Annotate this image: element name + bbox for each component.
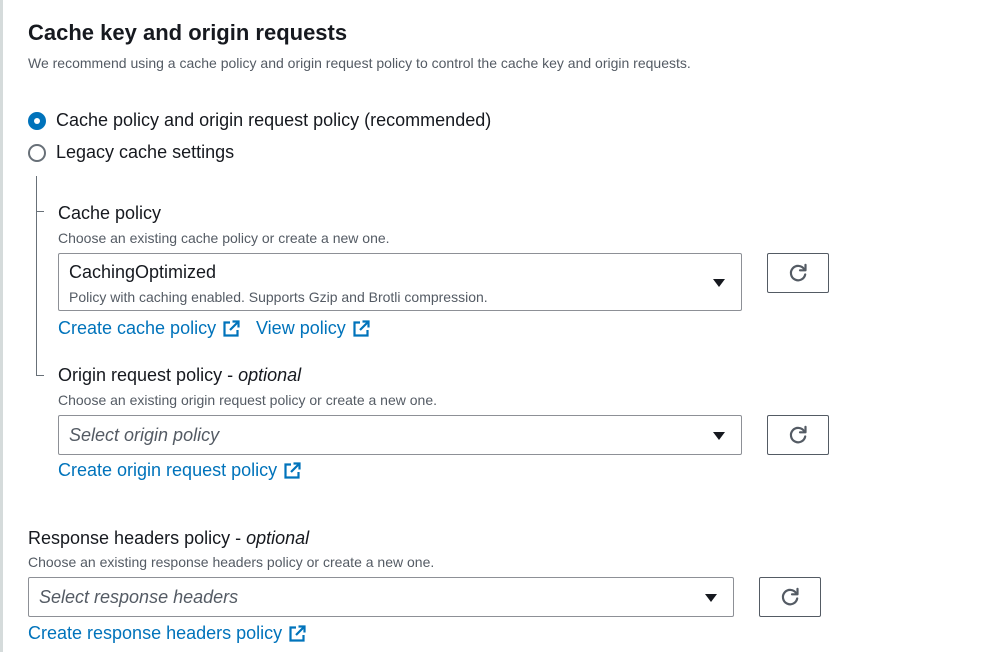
cache-policy-label: Cache policy <box>58 203 162 223</box>
radio-button-unselected[interactable] <box>28 143 46 162</box>
cache-policy-selected-value: CachingOptimized <box>69 262 217 282</box>
create-origin-request-policy-link[interactable]: Create origin request policy <box>58 460 301 481</box>
origin-request-policy-label-text: Origin request policy <box>58 365 223 385</box>
radio-label-recommended: Cache policy and origin request policy (… <box>56 110 492 130</box>
radio-button-selected[interactable] <box>28 111 46 130</box>
radio-option-recommended[interactable]: Cache policy and origin request policy (… <box>28 110 491 131</box>
tree-connector-origin-policy <box>36 375 44 376</box>
view-policy-link[interactable]: View policy <box>256 318 370 339</box>
radio-option-legacy[interactable]: Legacy cache settings <box>28 142 234 163</box>
left-border <box>0 0 3 652</box>
origin-request-policy-optional: optional <box>238 365 302 385</box>
origin-request-policy-select[interactable]: Select origin policy <box>58 415 742 455</box>
refresh-icon <box>789 263 807 282</box>
cache-policy-refresh-button[interactable] <box>767 253 829 293</box>
response-headers-policy-label: Response headers policy - optional <box>28 528 310 548</box>
create-response-headers-policy-link-text: Create response headers policy <box>28 623 283 643</box>
create-response-headers-policy-link[interactable]: Create response headers policy <box>28 623 306 644</box>
response-headers-policy-refresh-button[interactable] <box>759 577 821 617</box>
origin-request-policy-label: Origin request policy - optional <box>58 365 302 385</box>
refresh-icon <box>789 425 807 444</box>
response-headers-policy-description: Choose an existing response headers poli… <box>28 554 435 570</box>
origin-request-policy-placeholder: Select origin policy <box>69 425 220 445</box>
refresh-icon <box>781 587 799 606</box>
tree-connector-vertical <box>36 176 37 376</box>
caret-down-icon <box>705 594 717 602</box>
origin-request-policy-refresh-button[interactable] <box>767 415 829 455</box>
create-origin-request-policy-link-text: Create origin request policy <box>58 460 278 480</box>
response-headers-policy-select[interactable]: Select response headers <box>28 577 734 617</box>
cache-policy-select[interactable]: CachingOptimized Policy with caching ena… <box>58 253 742 311</box>
origin-request-policy-description: Choose an existing origin request policy… <box>58 392 437 408</box>
view-policy-link-text: View policy <box>256 318 346 338</box>
response-headers-policy-placeholder: Select response headers <box>39 587 239 607</box>
create-cache-policy-link-text: Create cache policy <box>58 318 217 338</box>
section-title: Cache key and origin requests <box>28 20 348 45</box>
external-link-icon <box>289 624 306 642</box>
create-cache-policy-link[interactable]: Create cache policy <box>58 318 240 339</box>
tree-connector-cache-policy <box>36 211 44 212</box>
radio-label-legacy: Legacy cache settings <box>56 142 235 162</box>
external-link-icon <box>353 319 370 337</box>
response-headers-policy-label-text: Response headers policy <box>28 528 231 548</box>
cache-policy-description: Choose an existing cache policy or creat… <box>58 230 390 246</box>
external-link-icon <box>223 319 240 337</box>
section-description: We recommend using a cache policy and or… <box>28 55 691 71</box>
cache-policy-selected-description: Policy with caching enabled. Supports Gz… <box>69 289 488 305</box>
response-headers-policy-optional: optional <box>246 528 310 548</box>
caret-down-icon <box>713 279 725 287</box>
external-link-icon <box>284 461 301 479</box>
caret-down-icon <box>713 432 725 440</box>
